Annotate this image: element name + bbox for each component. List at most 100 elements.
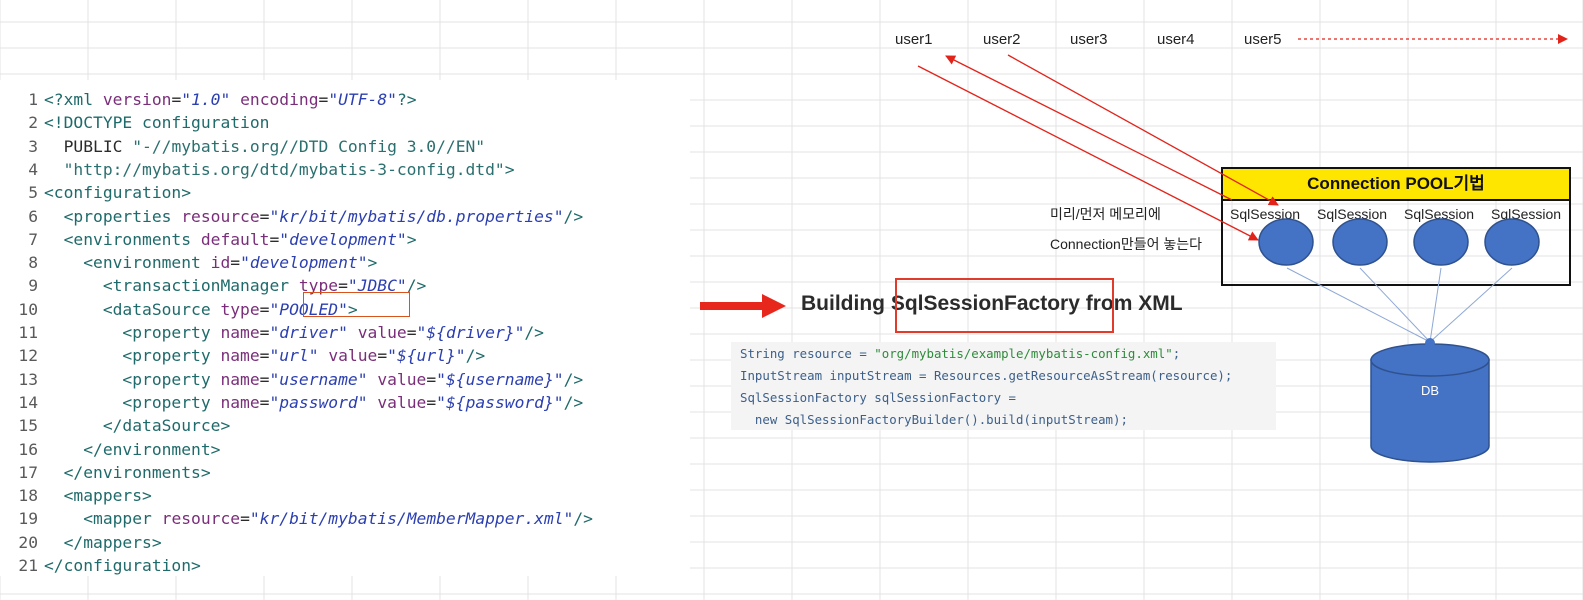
xml-config-code: 1 <?xml version="1.0" encoding="UTF-8"?> 2… xyxy=(0,80,690,576)
user-label-2: user2 xyxy=(983,31,1021,48)
code-token: "username" xyxy=(269,369,368,389)
line-number: 7 xyxy=(28,229,38,249)
code-token: = xyxy=(426,392,437,412)
code-line: 5 <configuration> xyxy=(0,181,191,204)
code-line: 1 <?xml version="1.0" encoding="UTF-8"?> xyxy=(0,88,417,111)
code-token: "development" xyxy=(279,229,407,249)
code-token: = xyxy=(259,369,270,389)
code-token: /> xyxy=(563,392,584,412)
code-token: "${username}" xyxy=(436,369,564,389)
line-number: 13 xyxy=(18,369,38,389)
code-token: </environments> xyxy=(44,462,211,482)
java-code-line: SqlSessionFactory sqlSessionFactory = xyxy=(740,387,1016,409)
code-token: resource xyxy=(161,509,241,529)
code-token: value xyxy=(357,323,407,342)
code-line: 11 <property name="driver" value="${driv… xyxy=(0,321,544,344)
user-label-3: user3 xyxy=(1070,31,1108,48)
code-token: <?xml xyxy=(44,90,103,109)
code-token: ?> xyxy=(396,90,417,109)
code-line: 6 <properties resource="kr/bit/mybatis/d… xyxy=(0,205,583,228)
code-token: </mappers> xyxy=(44,532,162,552)
code-token: <property xyxy=(44,346,221,366)
code-token: "${password}" xyxy=(436,392,564,412)
code-token: = xyxy=(230,253,241,273)
code-token: /> xyxy=(573,509,593,529)
line-number: 6 xyxy=(28,206,38,226)
java-code-snippet: String resource = "org/mybatis/example/m… xyxy=(731,342,1276,430)
line-number: 15 xyxy=(18,416,38,436)
line-number: 9 xyxy=(28,276,38,296)
code-line: 4 "http://mybatis.org/dtd/mybatis-3-conf… xyxy=(0,158,515,181)
java-token: "org/mybatis/example/mybatis-config.xml" xyxy=(874,346,1173,361)
code-token: name xyxy=(220,392,260,412)
code-line: 20 </mappers> xyxy=(0,531,162,554)
line-number: 20 xyxy=(18,532,38,552)
code-token: "development" xyxy=(240,253,368,273)
code-token: "kr/bit/mybatis/MemberMapper.xml" xyxy=(249,509,574,529)
code-token: id xyxy=(210,253,231,273)
code-token: = xyxy=(426,369,437,389)
code-token: > xyxy=(504,159,515,179)
code-token: "1.0" xyxy=(181,90,231,109)
sqlsession-label-2: SqlSession xyxy=(1317,206,1388,222)
code-line: 2 <!DOCTYPE configuration xyxy=(0,111,269,134)
code-token: <environments xyxy=(44,229,201,249)
building-prefix: Building xyxy=(801,292,891,315)
code-line: 8 <environment id="development"> xyxy=(0,251,377,274)
code-token: </environment> xyxy=(44,439,221,459)
code-token: = xyxy=(240,509,250,529)
line-number: 19 xyxy=(18,509,38,529)
code-line: 7 <environments default="development"> xyxy=(0,228,416,251)
code-token: /> xyxy=(563,206,584,226)
code-token: = xyxy=(406,323,417,342)
code-token: <!DOCTYPE configuration xyxy=(44,113,270,133)
line-number: 10 xyxy=(18,299,38,319)
code-token: <transactionManager xyxy=(44,276,299,296)
db-label: DB xyxy=(1420,383,1440,398)
java-code-line: InputStream inputStream = Resources.getR… xyxy=(740,365,1232,387)
code-token: PUBLIC xyxy=(44,136,133,156)
code-token: encoding xyxy=(240,90,319,109)
line-number: 11 xyxy=(18,323,38,342)
code-token: /> xyxy=(524,323,544,342)
code-token: value xyxy=(377,392,427,412)
java-token: SqlSessionFactory sqlSessionFactory = xyxy=(740,390,1017,405)
sqlsession-label-4: SqlSession xyxy=(1491,206,1562,222)
code-token: <mapper xyxy=(44,509,162,529)
code-token: name xyxy=(220,346,260,366)
code-token: name xyxy=(220,323,260,342)
line-number: 12 xyxy=(18,346,38,366)
code-token: "url" xyxy=(269,346,319,366)
code-token: version xyxy=(102,90,172,109)
line-number: 17 xyxy=(18,462,38,482)
code-token: = xyxy=(259,392,270,412)
code-line: 16 </environment> xyxy=(0,438,220,461)
korean-note-line2: Connection만들어 놓는다 xyxy=(1050,236,1202,252)
code-token: name xyxy=(220,369,260,389)
java-token: String resource = xyxy=(740,346,875,361)
line-number: 1 xyxy=(28,90,38,109)
code-token: </dataSource> xyxy=(44,416,231,436)
line-number: 16 xyxy=(18,439,38,459)
pool-title: Connection POOL기법 xyxy=(1223,169,1569,201)
connection-pool-box: Connection POOL기법 xyxy=(1221,167,1571,286)
user-label-5: user5 xyxy=(1244,31,1282,48)
code-token: </configuration> xyxy=(44,556,201,575)
code-line: 13 <property name="username" value="${us… xyxy=(0,368,583,391)
java-token: ; xyxy=(1172,346,1181,361)
code-token: <mappers> xyxy=(44,486,152,506)
line-number: 5 xyxy=(28,183,38,203)
java-token: new SqlSessionFactoryBuilder().build(inp… xyxy=(740,412,1128,427)
line-number: 4 xyxy=(28,159,38,179)
code-token: <properties xyxy=(44,206,182,226)
code-line: 12 <property name="url" value="${url}"/> xyxy=(0,344,485,367)
code-line: 21 </configuration> xyxy=(0,554,201,577)
code-token: = xyxy=(259,346,270,366)
korean-note-line1: 미리/먼저 메모리에 xyxy=(1050,206,1161,222)
code-token: <property xyxy=(44,323,221,342)
line-number: 3 xyxy=(28,136,38,156)
